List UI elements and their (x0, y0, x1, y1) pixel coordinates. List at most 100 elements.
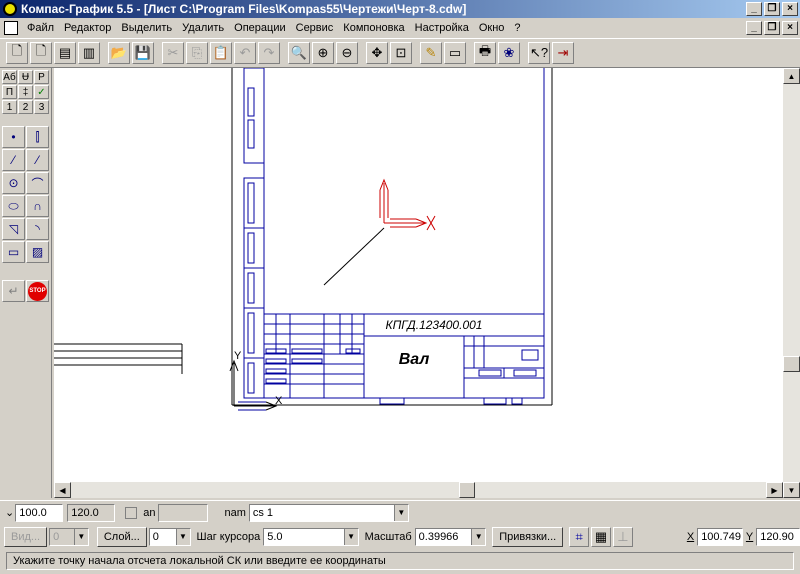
page-1-button[interactable]: 1 (2, 100, 17, 114)
show-all-icon[interactable]: ⊡ (390, 42, 412, 64)
menu-help[interactable]: ? (509, 22, 525, 34)
coord-x-field[interactable]: 100.0 (15, 503, 64, 522)
point-tool-icon[interactable]: • (2, 126, 25, 148)
drawing-canvas[interactable]: КПГД.123400.001 Вал Y X (54, 68, 783, 482)
zoom-window-icon[interactable]: 🔍 (288, 42, 310, 64)
doc-minimize-button[interactable]: _ (746, 21, 762, 35)
document-icon[interactable] (4, 21, 18, 35)
menu-file[interactable]: Файл (22, 22, 59, 34)
name-field[interactable]: cs 1 ▼ (248, 503, 409, 522)
pan-icon[interactable]: ✥ (366, 42, 388, 64)
stop-button[interactable]: STOP (26, 280, 49, 302)
arc-tool-icon[interactable]: ⌒ (26, 172, 49, 194)
menu-settings[interactable]: Настройка (410, 22, 474, 34)
menu-select[interactable]: Выделить (116, 22, 177, 34)
doc-restore-button[interactable]: ❐ (764, 21, 780, 35)
chevron-down-icon[interactable]: ▼ (393, 504, 408, 521)
menu-window[interactable]: Окно (474, 22, 510, 34)
current-status-bar: Вид... 0 ▼ Слой... 0 ▼ Шаг курсора 5.0 ▼… (0, 524, 800, 550)
measure-mode-button[interactable]: ✓ (34, 85, 49, 99)
scale-select[interactable]: 0.39966 ▼ (414, 528, 487, 546)
undo-icon[interactable]: ↶ (234, 42, 256, 64)
cursor-rubber-line (323, 227, 385, 286)
cursor-step-select[interactable]: 5.0 ▼ (263, 528, 359, 546)
angle-field[interactable] (158, 503, 209, 522)
menu-delete[interactable]: Удалить (177, 22, 229, 34)
parallel-segment-tool-icon[interactable]: ⁄ (26, 149, 49, 171)
close-button[interactable]: × (782, 2, 798, 16)
new-spec-icon[interactable]: ▤ (54, 42, 76, 64)
x-coord-field[interactable]: 100.749 (697, 528, 743, 546)
local-cs-icon[interactable]: ⌗ (569, 527, 590, 547)
exit-icon[interactable]: ⇥ (552, 42, 574, 64)
view-button[interactable]: Вид... (4, 527, 48, 547)
param-mode-button[interactable]: ‡ (18, 85, 33, 99)
new-text-doc-icon[interactable]: ▥ (78, 42, 100, 64)
auxiliary-line-tool-icon[interactable]: ⫿ (26, 126, 49, 148)
horizontal-scrollbar[interactable]: ◀ ▶ (54, 482, 783, 498)
chevron-down-icon[interactable]: ▼ (73, 529, 88, 545)
zoom-out-icon[interactable]: ⊖ (336, 42, 358, 64)
spline-tool-icon[interactable]: ∩ (26, 195, 49, 217)
scroll-left-icon[interactable]: ◀ (54, 482, 71, 498)
menu-service[interactable]: Сервис (291, 22, 339, 34)
name-label: nam (224, 506, 246, 519)
context-help-icon[interactable]: ↖? (528, 42, 550, 64)
new-fragment-icon[interactable]: 🗋 (30, 42, 52, 64)
refresh-icon[interactable]: ✎ (420, 42, 442, 64)
menu-layout[interactable]: Компоновка (338, 22, 409, 34)
chevron-down-icon[interactable]: ▼ (471, 529, 486, 545)
ellipse-tool-icon[interactable]: ⬭ (2, 195, 25, 217)
point-icon[interactable]: ⌄ (5, 506, 14, 519)
page-2-button[interactable]: 2 (18, 100, 33, 114)
new-sheet-icon[interactable]: 🗋 (6, 42, 28, 64)
roughness-mode-button[interactable]: Р (34, 70, 49, 84)
chamfer-tool-icon[interactable]: ◹ (2, 218, 25, 240)
horizontal-scroll-thumb[interactable] (459, 482, 475, 498)
copy-icon[interactable]: ⎘ (186, 42, 208, 64)
snaps-button[interactable]: Привязки... (492, 527, 564, 547)
fillet-tool-icon[interactable]: ◝ (26, 218, 49, 240)
scroll-down-icon[interactable]: ▼ (783, 482, 800, 498)
layer-select[interactable]: 0 ▼ (148, 528, 191, 546)
circle-tool-icon[interactable]: ⊙ (2, 172, 25, 194)
title-bar: Компас-График 5.5 - [Лист C:\Program Fil… (0, 0, 800, 18)
redo-icon[interactable]: ↷ (258, 42, 280, 64)
rectangle-tool-icon[interactable]: ▭ (2, 241, 25, 263)
cursor-step-value: 5.0 (267, 531, 283, 543)
edit-mode-button[interactable]: П (2, 85, 17, 99)
menu-editor[interactable]: Редактор (59, 22, 116, 34)
grid-icon[interactable]: ▦ (591, 527, 611, 547)
view-select[interactable]: 0 ▼ (49, 528, 89, 546)
y-coord-field[interactable]: 120.90 (756, 528, 800, 546)
segment-tool-icon[interactable]: ⁄ (2, 149, 25, 171)
layer-button[interactable]: Слой... (96, 527, 147, 547)
hatch-tool-icon[interactable]: ▨ (26, 241, 49, 263)
paste-icon[interactable]: 📋 (210, 42, 232, 64)
status-message: Укажите точку начала отсчета локальной С… (6, 552, 794, 570)
scroll-right-icon[interactable]: ▶ (766, 482, 783, 498)
page-3-button[interactable]: 3 (34, 100, 49, 114)
vertical-scrollbar[interactable]: ▲ ▼ (783, 68, 800, 498)
cut-icon[interactable]: ✂ (162, 42, 184, 64)
library-icon[interactable]: ❀ (498, 42, 520, 64)
coord-y-field[interactable]: 120.0 (67, 503, 116, 522)
ortho-icon[interactable]: ⊥ (612, 527, 633, 547)
chevron-down-icon[interactable]: ▼ (343, 529, 358, 545)
properties-icon[interactable]: ▭ (444, 42, 466, 64)
enter-icon[interactable]: ↵ (2, 280, 25, 302)
restore-button[interactable]: ❐ (764, 2, 780, 16)
text-mode-button[interactable]: Аб (2, 70, 17, 84)
open-folder-icon[interactable]: 📂 (108, 42, 130, 64)
menu-operations[interactable]: Операции (229, 22, 290, 34)
zoom-in-icon[interactable]: ⊕ (312, 42, 334, 64)
dimension-mode-button[interactable]: Ʉ (18, 70, 33, 84)
doc-close-button[interactable]: × (782, 21, 798, 35)
chevron-down-icon[interactable]: ▼ (175, 529, 190, 545)
minimize-button[interactable]: _ (746, 2, 762, 16)
angle-checkbox[interactable] (125, 506, 138, 519)
save-icon[interactable]: 💾 (132, 42, 154, 64)
scroll-up-icon[interactable]: ▲ (783, 68, 800, 84)
print-preview-icon[interactable]: 🖶 (474, 42, 496, 64)
vertical-scroll-thumb[interactable] (783, 356, 800, 372)
